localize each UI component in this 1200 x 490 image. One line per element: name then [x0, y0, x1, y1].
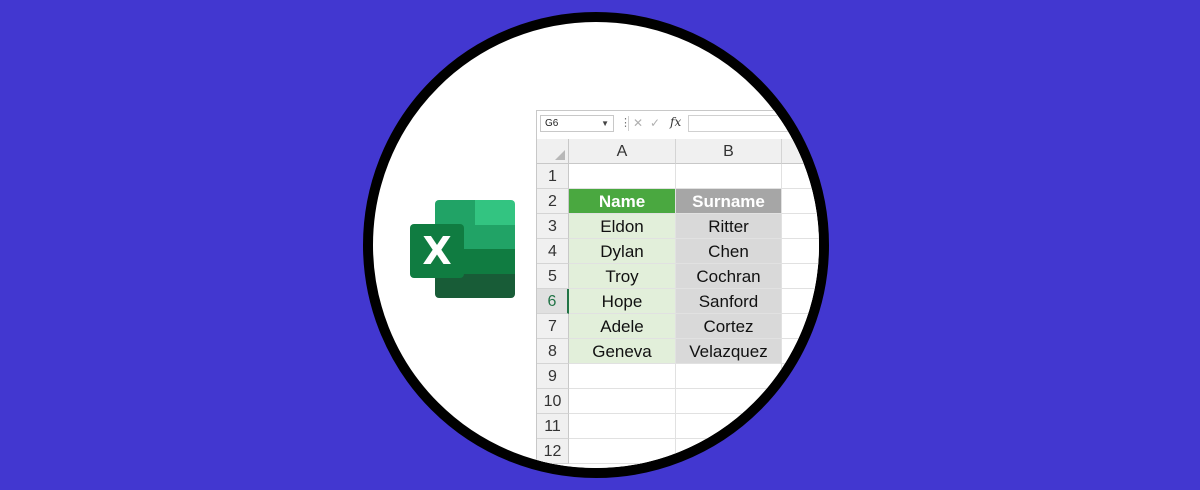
cell-b5[interactable]: Cochran [676, 264, 782, 289]
cell-a6[interactable]: Hope [569, 289, 676, 314]
cell-a5[interactable]: Troy [569, 264, 676, 289]
cell-a1[interactable] [569, 164, 676, 189]
formula-input[interactable] [688, 115, 819, 132]
cell-c6[interactable] [782, 289, 819, 314]
row-header[interactable]: 8 [537, 339, 569, 364]
column-header-c[interactable] [782, 139, 819, 164]
cell-a8[interactable]: Geneva [569, 339, 676, 364]
row-header[interactable]: 1 [537, 164, 569, 189]
cell-a2-name-header[interactable]: Name [569, 189, 676, 214]
cell-a7[interactable]: Adele [569, 314, 676, 339]
row-header[interactable]: 7 [537, 314, 569, 339]
cell-c9[interactable] [782, 364, 819, 389]
cell-b10[interactable] [676, 389, 782, 414]
cell-a3[interactable]: Eldon [569, 214, 676, 239]
cell-c3[interactable] [782, 214, 819, 239]
cell-a9[interactable] [569, 364, 676, 389]
row-header[interactable]: 10 [537, 389, 569, 414]
row-header[interactable]: 2 [537, 189, 569, 214]
cell-b11[interactable] [676, 414, 782, 439]
cancel-icon[interactable]: ✕ [633, 115, 643, 131]
cell-a4[interactable]: Dylan [569, 239, 676, 264]
cell-a10[interactable] [569, 389, 676, 414]
row-header-active[interactable]: 6 [537, 289, 569, 314]
cell-c10[interactable] [782, 389, 819, 414]
spreadsheet: G6 ▼ ⋮ ✕ ✓ fx A B 1 2 Name Surname 3 Eld… [536, 110, 819, 468]
cell-a12[interactable] [569, 439, 676, 464]
insert-function-icon[interactable]: fx [670, 114, 681, 130]
excel-logo-icon: X [410, 200, 542, 310]
cell-b9[interactable] [676, 364, 782, 389]
cell-b8[interactable]: Velazquez [676, 339, 782, 364]
cell-b4[interactable]: Chen [676, 239, 782, 264]
cell-b12[interactable] [676, 439, 782, 464]
cell-c7[interactable] [782, 314, 819, 339]
name-box[interactable]: G6 ▼ [540, 115, 614, 132]
cell-b1[interactable] [676, 164, 782, 189]
more-options-icon[interactable]: ⋮ [620, 115, 631, 131]
row-header[interactable]: 11 [537, 414, 569, 439]
column-header-b[interactable]: B [676, 139, 782, 164]
cell-c2[interactable] [782, 189, 819, 214]
formula-bar-divider [628, 116, 629, 131]
white-circle-frame: X G6 ▼ ⋮ ✕ ✓ fx A B 1 2 Name Surname 3 E… [363, 12, 829, 478]
row-header[interactable]: 4 [537, 239, 569, 264]
excel-logo-badge: X [410, 224, 464, 278]
column-header-a[interactable]: A [569, 139, 676, 164]
cell-c4[interactable] [782, 239, 819, 264]
cell-c5[interactable] [782, 264, 819, 289]
chevron-down-icon[interactable]: ▼ [601, 116, 609, 131]
enter-check-icon[interactable]: ✓ [650, 115, 660, 131]
name-box-value: G6 [545, 118, 559, 129]
cell-a11[interactable] [569, 414, 676, 439]
cell-b7[interactable]: Cortez [676, 314, 782, 339]
select-all-button[interactable] [537, 139, 569, 164]
row-header[interactable]: 9 [537, 364, 569, 389]
cell-b2-surname-header[interactable]: Surname [676, 189, 782, 214]
cell-c1[interactable] [782, 164, 819, 189]
cell-b6[interactable]: Sanford [676, 289, 782, 314]
formula-bar: G6 ▼ ⋮ ✕ ✓ fx [537, 111, 819, 137]
cell-c12[interactable] [782, 439, 819, 464]
cell-b3[interactable]: Ritter [676, 214, 782, 239]
cell-c8[interactable] [782, 339, 819, 364]
cell-c11[interactable] [782, 414, 819, 439]
row-header[interactable]: 3 [537, 214, 569, 239]
row-header[interactable]: 5 [537, 264, 569, 289]
row-header[interactable]: 12 [537, 439, 569, 464]
